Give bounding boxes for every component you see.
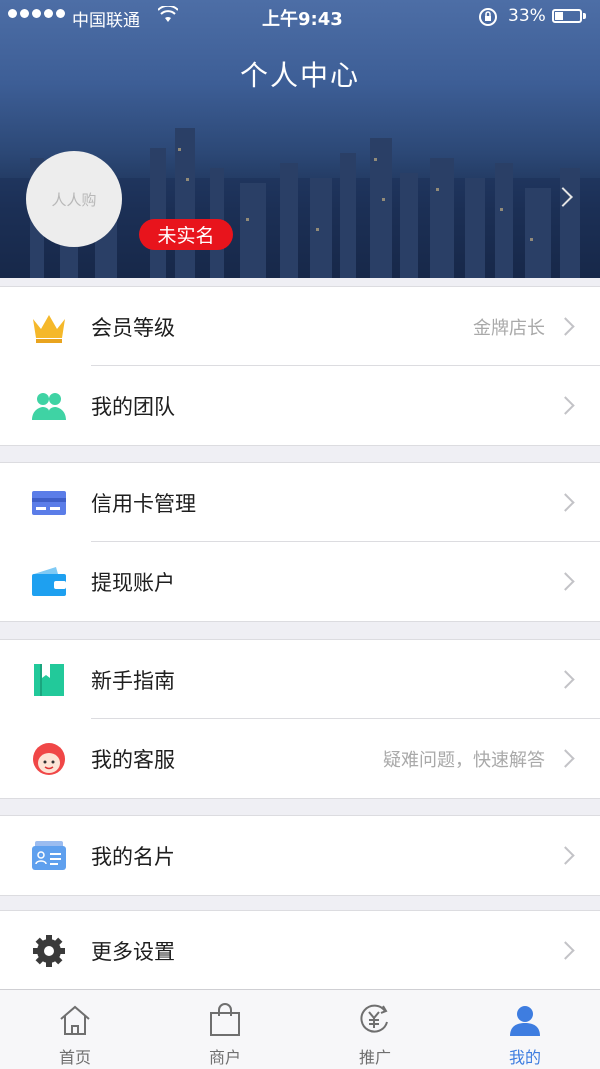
chevron-right-icon xyxy=(556,317,575,336)
row-label: 我的名片 xyxy=(91,845,175,869)
credit-card-icon xyxy=(30,485,68,521)
unverified-badge[interactable]: 未实名 xyxy=(139,219,233,250)
row-label: 更多设置 xyxy=(91,940,175,964)
tab-label: 首页 xyxy=(58,1048,91,1067)
row-value: 疑难问题，快速解答 xyxy=(383,750,545,771)
row-withdraw-account[interactable]: 提现账户 xyxy=(0,542,600,621)
row-label: 我的团队 xyxy=(91,395,175,419)
home-icon xyxy=(57,1002,93,1038)
customer-service-icon xyxy=(30,741,68,777)
signal-strength-icon xyxy=(8,9,65,18)
battery-tip xyxy=(583,13,586,19)
avatar-text: 人人购 xyxy=(51,190,97,209)
tab-promotion[interactable]: 推广 xyxy=(300,990,450,1069)
row-label: 新手指南 xyxy=(91,669,175,693)
tab-label: 我的 xyxy=(508,1048,541,1067)
status-bar: 中国联通 上午9:43 33% xyxy=(0,0,600,34)
row-more-settings[interactable]: 更多设置 xyxy=(0,911,600,990)
tab-merchant[interactable]: 商户 xyxy=(150,990,300,1069)
section-membership: 会员等级 金牌店长 我的团队 xyxy=(0,286,600,446)
status-time: 上午9:43 xyxy=(262,9,343,30)
row-label: 会员等级 xyxy=(91,316,175,340)
row-my-business-card[interactable]: 我的名片 xyxy=(0,816,600,895)
row-label: 提现账户 xyxy=(91,571,175,595)
row-value: 金牌店长 xyxy=(473,318,545,339)
wallet-icon xyxy=(30,564,68,600)
chevron-right-icon xyxy=(556,670,575,689)
battery-icon xyxy=(552,9,582,23)
tab-label: 商户 xyxy=(208,1048,241,1067)
chevron-right-icon xyxy=(556,749,575,768)
row-label: 我的客服 xyxy=(91,748,175,772)
gear-icon xyxy=(30,933,68,969)
tab-label: 推广 xyxy=(358,1048,391,1067)
yuan-promo-icon xyxy=(357,1002,393,1038)
chevron-right-icon xyxy=(556,396,575,415)
row-my-team[interactable]: 我的团队 xyxy=(0,366,600,445)
chevron-right-icon xyxy=(556,493,575,512)
row-member-level[interactable]: 会员等级 金牌店长 xyxy=(0,287,600,366)
avatar[interactable]: 人人购 xyxy=(26,151,122,247)
tab-mine[interactable]: 我的 xyxy=(450,990,600,1069)
rotation-lock-icon xyxy=(478,7,498,32)
section-settings: 更多设置 xyxy=(0,910,600,990)
chevron-right-icon xyxy=(556,572,575,591)
row-beginner-guide[interactable]: 新手指南 xyxy=(0,640,600,719)
wifi-icon xyxy=(157,4,179,29)
section-help: 新手指南 我的客服 疑难问题，快速解答 xyxy=(0,639,600,799)
guide-book-icon xyxy=(30,662,68,698)
profile-header: 中国联通 上午9:43 33% 个人中心 人人购 未实名 xyxy=(0,0,600,278)
row-customer-service[interactable]: 我的客服 疑难问题，快速解答 xyxy=(0,719,600,798)
battery-percentage: 33% xyxy=(508,6,546,26)
row-label: 信用卡管理 xyxy=(91,492,196,516)
user-icon xyxy=(507,1002,543,1038)
team-icon xyxy=(30,388,68,424)
shopping-bag-icon xyxy=(207,1002,243,1038)
chevron-right-icon xyxy=(556,941,575,960)
crown-icon xyxy=(30,309,68,345)
row-credit-card[interactable]: 信用卡管理 xyxy=(0,463,600,542)
tab-home[interactable]: 首页 xyxy=(0,990,150,1069)
bottom-tab-bar: 首页 商户 推广 我的 xyxy=(0,989,600,1069)
chevron-right-icon xyxy=(556,846,575,865)
carrier-name: 中国联通 xyxy=(72,11,140,31)
page-title: 个人中心 xyxy=(239,59,360,92)
section-card: 我的名片 xyxy=(0,815,600,896)
section-cards: 信用卡管理 提现账户 xyxy=(0,462,600,622)
business-card-icon xyxy=(30,838,68,874)
